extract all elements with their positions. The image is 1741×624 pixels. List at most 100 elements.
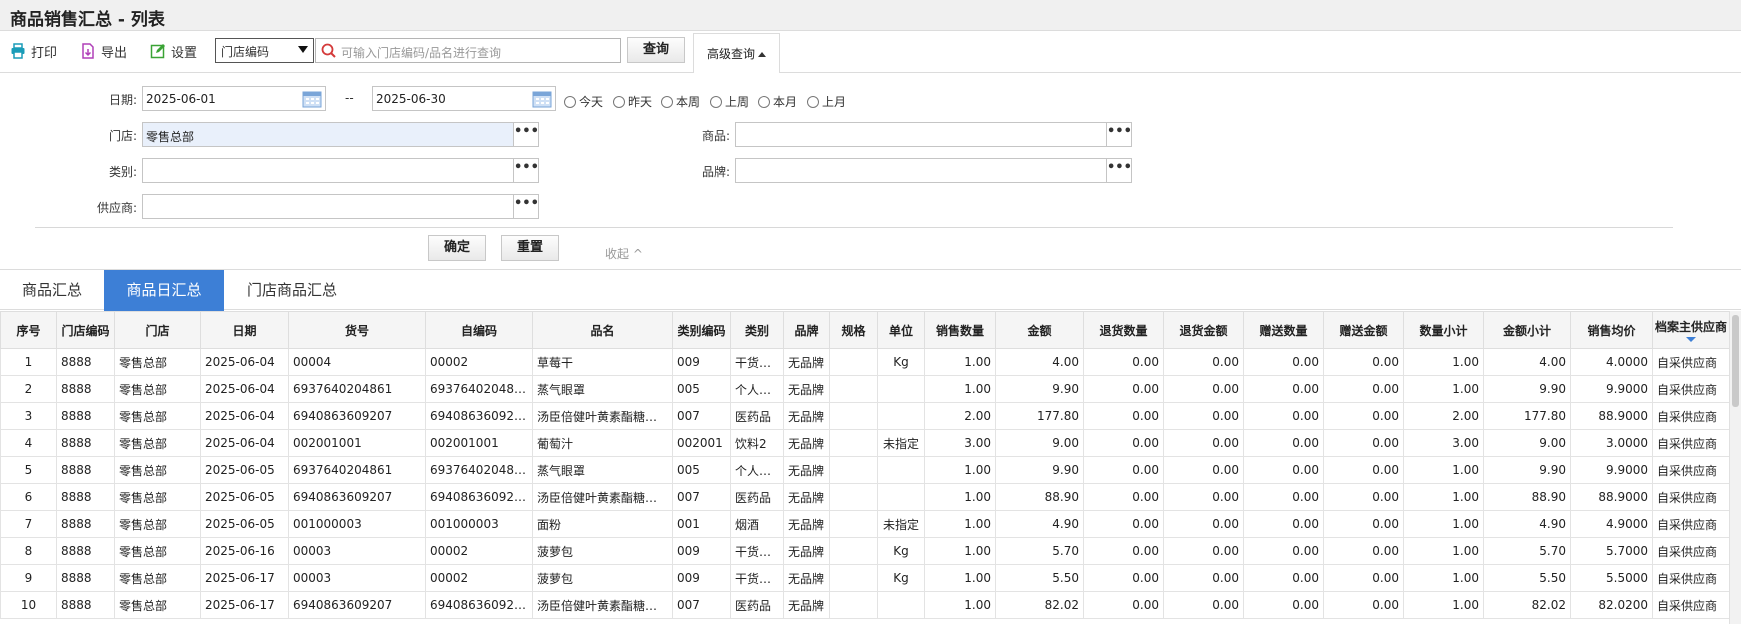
column-header[interactable]: 金额小计 <box>1483 311 1571 349</box>
table-cell: 未指定 <box>877 510 925 538</box>
table-cell: 1.00 <box>924 456 996 484</box>
column-header[interactable]: 规格 <box>829 311 878 349</box>
column-header[interactable]: 数量小计 <box>1403 311 1484 349</box>
table-cell <box>877 591 925 619</box>
table-cell: 5.50 <box>1483 564 1571 592</box>
column-header[interactable]: 品牌 <box>783 311 830 349</box>
radio-yesterday[interactable]: 昨天 <box>613 93 652 110</box>
brand-picker-button[interactable]: ••• <box>1106 158 1132 183</box>
radio-last-month[interactable]: 上月 <box>807 93 846 110</box>
category-picker-button[interactable]: ••• <box>513 158 539 183</box>
column-header[interactable]: 货号 <box>288 311 426 349</box>
settings-button[interactable]: 设置 <box>150 41 197 61</box>
table-row[interactable]: 5 8888 零售总部 2025-06-05 6937640204861 69376402… <box>0 456 1730 484</box>
vertical-scrollbar[interactable] <box>1729 311 1741 624</box>
radio-this-month[interactable]: 本月 <box>758 93 797 110</box>
radio-today[interactable]: 今天 <box>564 93 603 110</box>
table-cell <box>829 537 878 565</box>
chevron-down-icon <box>298 46 308 53</box>
table-cell: 0.00 <box>1083 429 1164 457</box>
table-cell: 9.00 <box>1483 429 1571 457</box>
table-cell: 8888 <box>56 375 115 403</box>
tab-product-summary[interactable]: 商品汇总 <box>0 270 104 311</box>
column-header[interactable]: 门店编码 <box>56 311 115 349</box>
print-label: 打印 <box>31 45 58 61</box>
radio-circle <box>613 95 625 108</box>
column-header[interactable]: 类别 <box>730 311 784 349</box>
table-row[interactable]: 4 8888 零售总部 2025-06-04 002001001 002001001 葡萄汁… <box>0 429 1730 457</box>
table-cell <box>829 510 878 538</box>
column-header[interactable]: 门店 <box>114 311 201 349</box>
column-header[interactable]: 退货数量 <box>1083 311 1164 349</box>
date-to-input[interactable]: 2025-06-30 <box>372 86 556 111</box>
table-cell: 5.5000 <box>1570 564 1653 592</box>
brand-input[interactable] <box>735 158 1107 183</box>
table-cell: 无品牌 <box>783 564 830 592</box>
tab-product-daily-summary[interactable]: 商品日汇总 <box>104 270 224 311</box>
radio-circle <box>758 95 770 108</box>
column-header[interactable]: 销售均价 <box>1570 311 1653 349</box>
column-header-label: 数量小计 <box>1419 323 1468 338</box>
column-header-label: 规格 <box>841 323 866 338</box>
supplier-input[interactable] <box>142 194 514 219</box>
table-row[interactable]: 6 8888 零售总部 2025-06-05 6940863609207 69408636… <box>0 483 1730 511</box>
table-row[interactable]: 3 8888 零售总部 2025-06-04 6940863609207 69408636… <box>0 402 1730 430</box>
table-row[interactable]: 10 8888 零售总部 2025-06-17 6940863609207 6940863… <box>0 591 1730 619</box>
radio-label: 今天 <box>579 95 604 109</box>
column-header-label: 品牌 <box>794 323 819 338</box>
query-button[interactable]: 查询 <box>627 37 685 63</box>
store-picker-button[interactable]: ••• <box>513 122 539 147</box>
column-header-label: 金额小计 <box>1502 323 1551 338</box>
table-cell: 9.90 <box>1483 375 1571 403</box>
date-to-value: 2025-06-30 <box>376 92 446 106</box>
supplier-picker-button[interactable]: ••• <box>513 194 539 219</box>
search-field-select[interactable]: 门店编码 <box>215 38 314 63</box>
print-button[interactable]: 打印 <box>10 41 57 61</box>
export-button[interactable]: 导出 <box>80 41 127 61</box>
scrollbar-thumb[interactable] <box>1732 315 1739 407</box>
table-row[interactable]: 1 8888 零售总部 2025-06-04 00004 00002 草莓干 009 干货零食无… <box>0 348 1730 376</box>
table-row[interactable]: 2 8888 零售总部 2025-06-04 6937640204861 69376402… <box>0 375 1730 403</box>
column-header[interactable]: 赠送数量 <box>1243 311 1324 349</box>
column-header[interactable]: 序号 <box>0 311 57 349</box>
date-from-input[interactable]: 2025-06-01 <box>142 86 326 111</box>
column-header[interactable]: 档案主供应商 <box>1652 311 1730 349</box>
column-header[interactable]: 金额 <box>995 311 1084 349</box>
collapse-link[interactable]: 收起 ^ <box>605 245 643 262</box>
table-cell: 医药品 <box>730 591 784 619</box>
search-input[interactable]: 可输入门店编码/品名进行查询 <box>315 38 621 63</box>
store-input[interactable]: 零售总部 <box>142 122 514 147</box>
table-cell: 0.00 <box>1323 375 1404 403</box>
table-row[interactable]: 8 8888 零售总部 2025-06-16 00003 00002 菠萝包 009 干货零食无… <box>0 537 1730 565</box>
table-cell: 自采供应商 <box>1652 483 1730 511</box>
radio-circle <box>807 95 819 108</box>
radio-this-week[interactable]: 本周 <box>661 93 700 110</box>
table-cell: Kg <box>877 564 925 592</box>
radio-last-week[interactable]: 上周 <box>710 93 749 110</box>
caret-up-icon <box>758 52 766 57</box>
radio-label: 本周 <box>676 95 701 109</box>
table-cell: 无品牌 <box>783 483 830 511</box>
column-header[interactable]: 单位 <box>877 311 925 349</box>
table-cell: 1 <box>0 348 57 376</box>
tab-store-product-summary[interactable]: 门店商品汇总 <box>224 270 360 311</box>
table-row[interactable]: 7 8888 零售总部 2025-06-05 001000003 001000003 面粉 0… <box>0 510 1730 538</box>
advanced-query-toggle[interactable]: 高级查询 <box>693 33 780 74</box>
column-header[interactable]: 赠送金额 <box>1323 311 1404 349</box>
column-header[interactable]: 类别编码 <box>672 311 731 349</box>
column-header[interactable]: 日期 <box>200 311 289 349</box>
column-header[interactable]: 销售数量 <box>924 311 996 349</box>
column-header[interactable]: 退货金额 <box>1163 311 1244 349</box>
product-input[interactable] <box>735 122 1107 147</box>
column-header[interactable]: 品名 <box>532 311 673 349</box>
product-picker-button[interactable]: ••• <box>1106 122 1132 147</box>
calendar-icon[interactable] <box>532 90 552 108</box>
table-cell: 零售总部 <box>114 510 201 538</box>
confirm-button[interactable]: 确定 <box>428 235 486 261</box>
table-row[interactable]: 9 8888 零售总部 2025-06-17 00003 00002 菠萝包 009 干货零食无… <box>0 564 1730 592</box>
calendar-icon[interactable] <box>302 90 322 108</box>
reset-button[interactable]: 重置 <box>501 235 559 261</box>
column-header[interactable]: 自编码 <box>425 311 533 349</box>
table-cell: 0.00 <box>1323 429 1404 457</box>
category-input[interactable] <box>142 158 514 183</box>
